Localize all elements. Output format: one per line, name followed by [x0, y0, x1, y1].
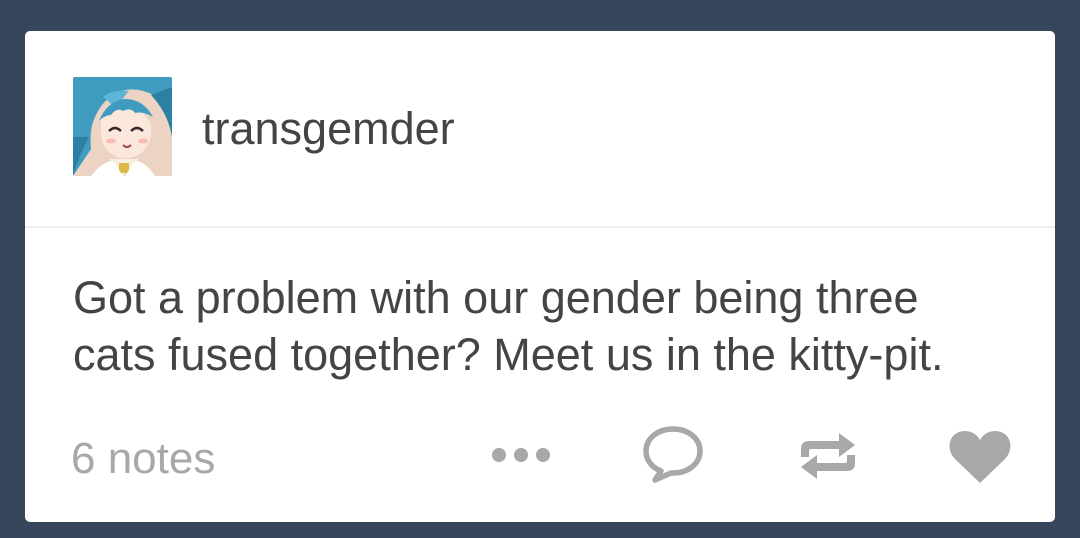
speech-bubble-icon [643, 426, 703, 483]
post-body: Got a problem with our gender being thre… [73, 269, 1013, 383]
like-button[interactable] [947, 427, 1013, 485]
post-body-line: Got a problem with our gender being thre… [73, 272, 919, 323]
post-body-line: cats fused together? Meet us in the kitt… [73, 329, 944, 380]
avatar[interactable] [73, 77, 172, 176]
reblog-icon [801, 433, 855, 479]
ellipsis-icon [492, 448, 550, 462]
post-footer: 6 notes [25, 419, 1055, 499]
post-card: transgemder Got a problem with our gende… [25, 31, 1055, 522]
heart-icon [949, 431, 1011, 483]
more-options-button[interactable] [487, 441, 555, 469]
notes-count[interactable]: 6 notes [71, 433, 215, 485]
post-header: transgemder [25, 31, 1055, 228]
username-link[interactable]: transgemder [202, 103, 455, 155]
avatar-image [73, 77, 172, 176]
reply-button[interactable] [641, 425, 705, 483]
reblog-button[interactable] [795, 427, 861, 485]
